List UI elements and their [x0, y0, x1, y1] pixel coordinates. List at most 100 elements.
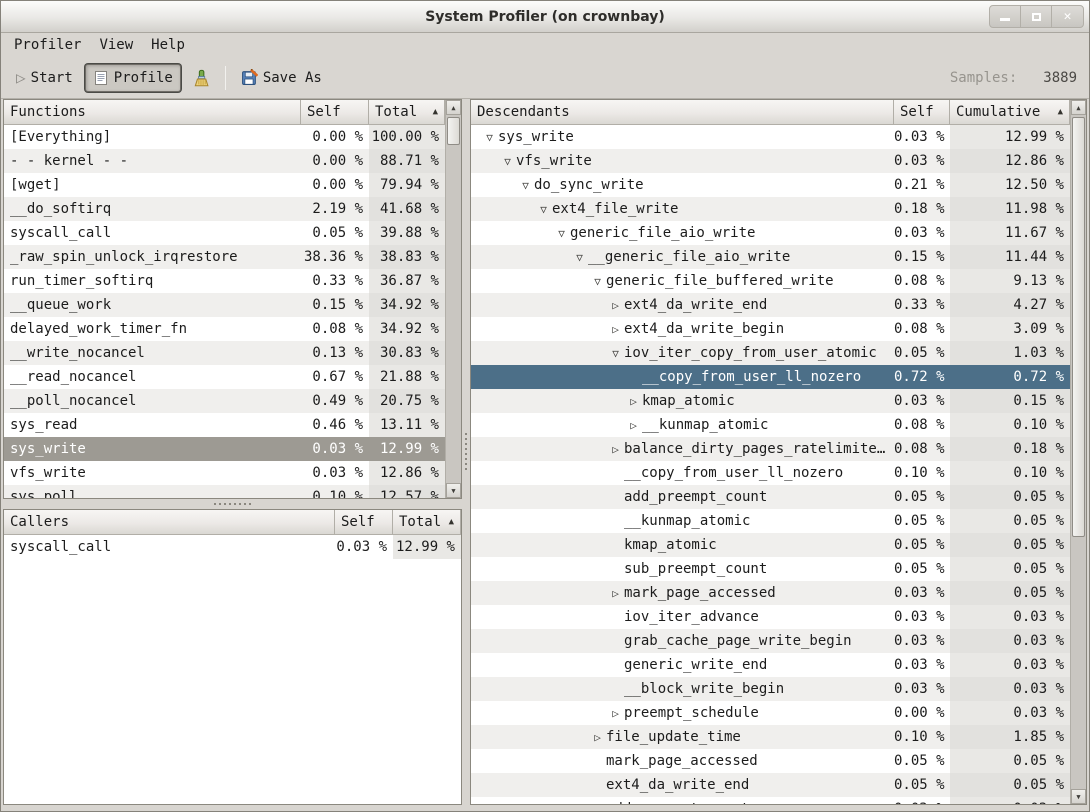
callers-column-header[interactable]: Callers: [4, 510, 335, 535]
descendant-name-cell: generic_write_end: [471, 653, 894, 677]
tree-row[interactable]: __kunmap_atomic0.05 %0.05 %: [471, 509, 1070, 533]
table-row[interactable]: run_timer_softirq0.33 %36.87 %: [4, 269, 445, 293]
table-row[interactable]: __write_nocancel0.13 %30.83 %: [4, 341, 445, 365]
tree-row[interactable]: ext4_da_write_end0.05 %0.05 %: [471, 773, 1070, 797]
expander-closed-icon[interactable]: ▷: [607, 707, 624, 720]
expander-open-icon[interactable]: ▽: [517, 179, 534, 192]
save-as-button[interactable]: Save As: [234, 64, 329, 91]
tree-row[interactable]: ▽ext4_file_write0.18 %11.98 %: [471, 197, 1070, 221]
tree-row[interactable]: ▽sys_write0.03 %12.99 %: [471, 125, 1070, 149]
expander-closed-icon[interactable]: ▷: [607, 299, 624, 312]
table-row[interactable]: sys_read0.46 %13.11 %: [4, 413, 445, 437]
expander-closed-icon[interactable]: ▷: [607, 323, 624, 336]
tree-row[interactable]: ▽vfs_write0.03 %12.86 %: [471, 149, 1070, 173]
expander-open-icon[interactable]: ▽: [481, 131, 498, 144]
expander-open-icon[interactable]: ▽: [553, 227, 570, 240]
close-button[interactable]: ✕: [1052, 6, 1083, 27]
menu-view[interactable]: View: [90, 35, 142, 55]
cumulative-column-header[interactable]: Cumulative▲: [950, 100, 1070, 125]
table-row[interactable]: __queue_work0.15 %34.92 %: [4, 293, 445, 317]
expander-open-icon[interactable]: ▽: [571, 251, 588, 264]
profile-toggle-button[interactable]: Profile: [85, 64, 181, 92]
tree-row[interactable]: __copy_from_user_ll_nozero0.72 %0.72 %: [471, 365, 1070, 389]
tree-row[interactable]: __block_write_begin0.03 %0.03 %: [471, 677, 1070, 701]
table-row[interactable]: __poll_nocancel0.49 %20.75 %: [4, 389, 445, 413]
table-row[interactable]: syscall_call0.05 %39.88 %: [4, 221, 445, 245]
self-value-cell: 0.08 %: [301, 321, 369, 337]
expander-closed-icon[interactable]: ▷: [625, 419, 642, 432]
tree-row[interactable]: iov_iter_advance0.03 %0.03 %: [471, 605, 1070, 629]
table-row[interactable]: [Everything]0.00 %100.00 %: [4, 125, 445, 149]
self-column-header[interactable]: Self: [301, 100, 369, 125]
scroll-thumb[interactable]: [1072, 117, 1085, 537]
table-row[interactable]: __do_softirq2.19 %41.68 %: [4, 197, 445, 221]
tree-row[interactable]: ▷ext4_da_write_begin0.08 %3.09 %: [471, 317, 1070, 341]
menu-help[interactable]: Help: [142, 35, 194, 55]
expander-open-icon[interactable]: ▽: [607, 347, 624, 360]
vertical-splitter[interactable]: [462, 99, 470, 805]
table-row[interactable]: syscall_call0.03 %12.99 %: [4, 535, 461, 559]
horizontal-splitter[interactable]: [3, 499, 462, 509]
scroll-down-icon[interactable]: ▼: [446, 483, 461, 498]
tree-row[interactable]: ▷kmap_atomic0.03 %0.15 %: [471, 389, 1070, 413]
functions-column-header[interactable]: Functions: [4, 100, 301, 125]
scroll-down-icon[interactable]: ▼: [1071, 789, 1086, 804]
tree-row[interactable]: ▽generic_file_aio_write0.03 %11.67 %: [471, 221, 1070, 245]
table-row[interactable]: sys_poll0.10 %12.57 %: [4, 485, 445, 498]
table-row[interactable]: [wget]0.00 %79.94 %: [4, 173, 445, 197]
function-name-cell: sys_write: [4, 437, 301, 461]
tree-row[interactable]: ▷balance_dirty_pages_ratelimite…0.08 %0.…: [471, 437, 1070, 461]
tree-row[interactable]: generic_write_end0.03 %0.03 %: [471, 653, 1070, 677]
tree-row[interactable]: ▽generic_file_buffered_write0.08 %9.13 %: [471, 269, 1070, 293]
descendant-name-cell: grab_cache_page_write_begin: [471, 629, 894, 653]
tree-row[interactable]: ▷mark_page_accessed0.03 %0.05 %: [471, 581, 1070, 605]
cumulative-value-cell: 1.03 %: [950, 341, 1070, 365]
expander-closed-icon[interactable]: ▷: [607, 443, 624, 456]
reset-button[interactable]: [186, 64, 217, 92]
tree-row[interactable]: ▽iov_iter_copy_from_user_atomic0.05 %1.0…: [471, 341, 1070, 365]
maximize-button[interactable]: [1021, 6, 1052, 27]
tree-row[interactable]: mark_page_accessed0.05 %0.05 %: [471, 749, 1070, 773]
minimize-button[interactable]: [990, 6, 1021, 27]
tree-row[interactable]: add_preempt_count0.05 %0.05 %: [471, 485, 1070, 509]
expander-closed-icon[interactable]: ▷: [625, 395, 642, 408]
table-row[interactable]: __read_nocancel0.67 %21.88 %: [4, 365, 445, 389]
expander-closed-icon[interactable]: ▷: [607, 587, 624, 600]
table-row[interactable]: _raw_spin_unlock_irqrestore38.36 %38.83 …: [4, 245, 445, 269]
descendants-scrollbar[interactable]: ▲ ▼: [1070, 100, 1086, 804]
table-row[interactable]: vfs_write0.03 %12.86 %: [4, 461, 445, 485]
self-value-cell: 0.15 %: [301, 297, 369, 313]
tree-row[interactable]: ▽__generic_file_aio_write0.15 %11.44 %: [471, 245, 1070, 269]
tree-row[interactable]: sub_preempt_count0.05 %0.05 %: [471, 557, 1070, 581]
expander-open-icon[interactable]: ▽: [535, 203, 552, 216]
scroll-thumb[interactable]: [447, 117, 460, 145]
descendants-column-header[interactable]: Descendants: [471, 100, 894, 125]
table-row[interactable]: delayed_work_timer_fn0.08 %34.92 %: [4, 317, 445, 341]
tree-row[interactable]: ▷__kunmap_atomic0.08 %0.10 %: [471, 413, 1070, 437]
table-row[interactable]: - - kernel - -0.00 %88.71 %: [4, 149, 445, 173]
self-column-header[interactable]: Self: [894, 100, 950, 125]
self-column-header[interactable]: Self: [335, 510, 393, 535]
scroll-up-icon[interactable]: ▲: [1071, 100, 1086, 115]
tree-row[interactable]: add_preempt_count0.03 %0.03 %: [471, 797, 1070, 804]
expander-closed-icon[interactable]: ▷: [589, 731, 606, 744]
left-column: Functions Self Total▲ [Everything]0.00 %…: [3, 99, 462, 805]
tree-row[interactable]: ▽do_sync_write0.21 %12.50 %: [471, 173, 1070, 197]
tree-row[interactable]: __copy_from_user_ll_nozero0.10 %0.10 %: [471, 461, 1070, 485]
tree-row[interactable]: grab_cache_page_write_begin0.03 %0.03 %: [471, 629, 1070, 653]
scroll-up-icon[interactable]: ▲: [446, 100, 461, 115]
title-bar[interactable]: System Profiler (on crownbay) ✕: [1, 1, 1089, 33]
tree-row[interactable]: kmap_atomic0.05 %0.05 %: [471, 533, 1070, 557]
table-row[interactable]: sys_write0.03 %12.99 %: [4, 437, 445, 461]
total-column-header[interactable]: Total▲: [369, 100, 445, 125]
expander-open-icon[interactable]: ▽: [499, 155, 516, 168]
samples-label: Samples:: [950, 70, 1017, 86]
expander-open-icon[interactable]: ▽: [589, 275, 606, 288]
tree-row[interactable]: ▷ext4_da_write_end0.33 %4.27 %: [471, 293, 1070, 317]
menu-profiler[interactable]: Profiler: [5, 35, 90, 55]
tree-row[interactable]: ▷file_update_time0.10 %1.85 %: [471, 725, 1070, 749]
functions-scrollbar[interactable]: ▲ ▼: [445, 100, 461, 498]
total-column-header[interactable]: Total▲: [393, 510, 461, 535]
tree-row[interactable]: ▷preempt_schedule0.00 %0.03 %: [471, 701, 1070, 725]
start-button[interactable]: ▷ Start: [9, 65, 80, 91]
